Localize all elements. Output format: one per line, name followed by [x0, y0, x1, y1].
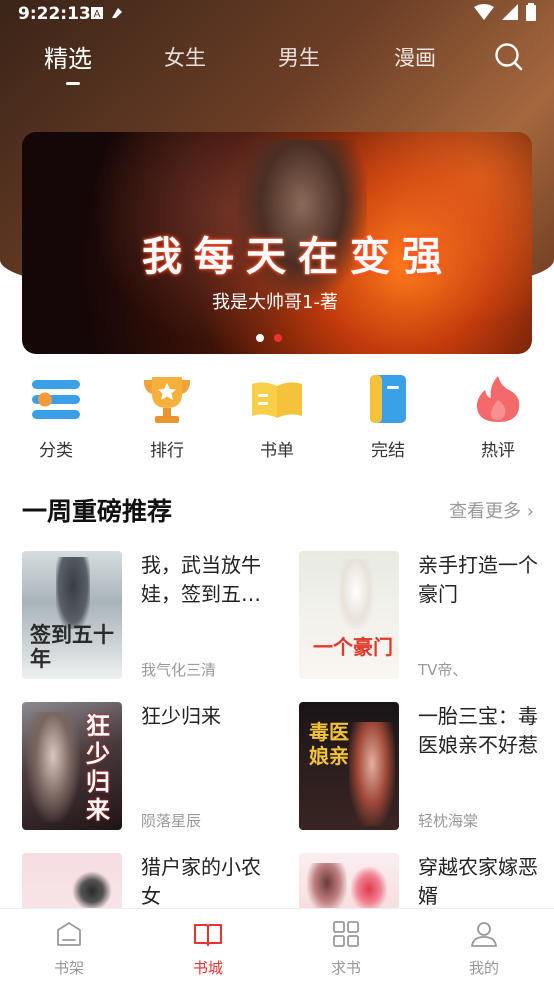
search-button[interactable]: [494, 42, 524, 72]
svg-text:A: A: [94, 9, 101, 20]
book-card[interactable]: 签到五十年 我，武当放牛娃，签到五十年 我气化三清: [22, 551, 272, 681]
book-author: 陨落星辰: [141, 812, 202, 830]
cover-figure: [339, 559, 373, 629]
nav-bookshelf[interactable]: 书架: [29, 909, 109, 984]
cover-title: 狂少归来: [86, 711, 110, 824]
book-card[interactable]: 一个豪门 亲手打造一个豪门 TV帝、: [299, 551, 549, 681]
tab-comics[interactable]: 漫画: [394, 42, 436, 72]
book-card[interactable]: 狂少归来 狂少归来 陨落星辰: [22, 702, 272, 832]
finished-book-icon: [361, 372, 415, 426]
cover-figure: [26, 712, 80, 822]
status-system-icons: [474, 3, 536, 21]
quick-link-label: 排行: [150, 441, 184, 461]
banner-dot[interactable]: [256, 334, 264, 342]
tab-female[interactable]: 女生: [164, 42, 206, 72]
bottom-navigation: 书架 书城 求书 我的: [0, 908, 554, 984]
battery-icon: [526, 3, 536, 21]
nav-profile[interactable]: 我的: [444, 909, 524, 984]
book-title: 穿越农家嫁恶婿: [418, 855, 538, 908]
profile-icon: [469, 919, 499, 949]
quick-link-label: 完结: [371, 441, 405, 461]
nav-label: 书架: [53, 959, 84, 977]
quick-links: 分类 排行 书单 完结 热评: [0, 366, 554, 462]
promo-banner[interactable]: 我每天在变强 我是大帅哥1-著: [22, 132, 532, 354]
book-cover: 签到五十年: [22, 551, 122, 679]
see-more-link[interactable]: 查看更多 ›: [449, 497, 534, 523]
book-cover: 狂少归来: [22, 702, 122, 830]
book-title: 亲手打造一个豪门: [418, 553, 538, 606]
trophy-icon: [140, 372, 194, 426]
tab-featured[interactable]: 精选: [44, 39, 92, 74]
quick-link-book-list[interactable]: 书单: [237, 366, 317, 461]
see-more-label: 查看更多: [449, 501, 522, 522]
cover-calligraphy: [72, 871, 112, 911]
banner-title: 我每天在变强: [142, 233, 454, 280]
quick-link-label: 分类: [39, 441, 73, 461]
cover-figure: [307, 863, 347, 913]
tab-male[interactable]: 男生: [278, 42, 320, 72]
section-title: 一周重磅推荐: [22, 497, 173, 526]
banner-author: 我是大帅哥1-著: [212, 292, 338, 313]
hot-comment-icon: [471, 372, 525, 426]
nav-label: 书城: [192, 959, 223, 977]
cover-figure: [56, 557, 90, 629]
nav-label: 我的: [468, 959, 499, 977]
nav-book-store[interactable]: 书城: [168, 909, 248, 984]
banner-dot-active[interactable]: [274, 334, 282, 342]
book-title: 猎户家的小农女: [141, 855, 261, 908]
quick-link-label: 书单: [260, 441, 294, 461]
quick-link-hot-comments[interactable]: 热评: [458, 366, 538, 461]
quick-link-category[interactable]: 分类: [16, 366, 96, 461]
cover-title: 签到五十年: [30, 622, 114, 671]
book-cover: 一个豪门: [299, 551, 399, 679]
book-title: 我，武当放牛娃，签到五十年: [141, 553, 261, 606]
quick-link-ranking[interactable]: 排行: [127, 366, 207, 461]
book-author: TV帝、: [418, 661, 468, 679]
quick-link-finished[interactable]: 完结: [348, 366, 428, 461]
book-cover: 毒医娘亲: [299, 702, 399, 830]
banner-pager: [256, 334, 282, 342]
chevron-right-icon: ›: [526, 501, 534, 522]
active-tab-indicator: [66, 82, 80, 85]
search-icon: [495, 43, 523, 71]
status-bar: 9:22:13 A: [0, 0, 554, 28]
quick-link-label: 热评: [481, 441, 515, 461]
book-store-icon: [193, 919, 223, 949]
request-book-icon: [331, 919, 361, 949]
book-title: 狂少归来: [141, 704, 221, 728]
signal-icon: [502, 4, 518, 20]
nav-label: 求书: [330, 959, 361, 977]
book-title: 一胎三宝：毒医娘亲不好惹: [418, 704, 538, 757]
category-icon: [29, 372, 83, 426]
book-author: 我气化三清: [141, 661, 217, 679]
cover-calligraphy: [351, 867, 387, 911]
book-card[interactable]: 毒医娘亲 一胎三宝：毒医娘亲不好惹 轻枕海棠: [299, 702, 549, 832]
status-time: 9:22:13: [18, 4, 91, 24]
wifi-icon: [474, 4, 494, 20]
status-notification-icons: A: [90, 5, 130, 25]
nav-request-book[interactable]: 求书: [306, 909, 386, 984]
cover-figure: [349, 722, 395, 826]
cover-title: 一个豪门: [313, 635, 393, 659]
book-list-icon: [250, 372, 304, 426]
cover-title: 毒医娘亲: [309, 720, 349, 768]
book-author: 轻枕海棠: [418, 812, 479, 830]
bookshelf-icon: [54, 919, 84, 949]
top-tabs: 精选 女生 男生 漫画: [0, 36, 554, 86]
